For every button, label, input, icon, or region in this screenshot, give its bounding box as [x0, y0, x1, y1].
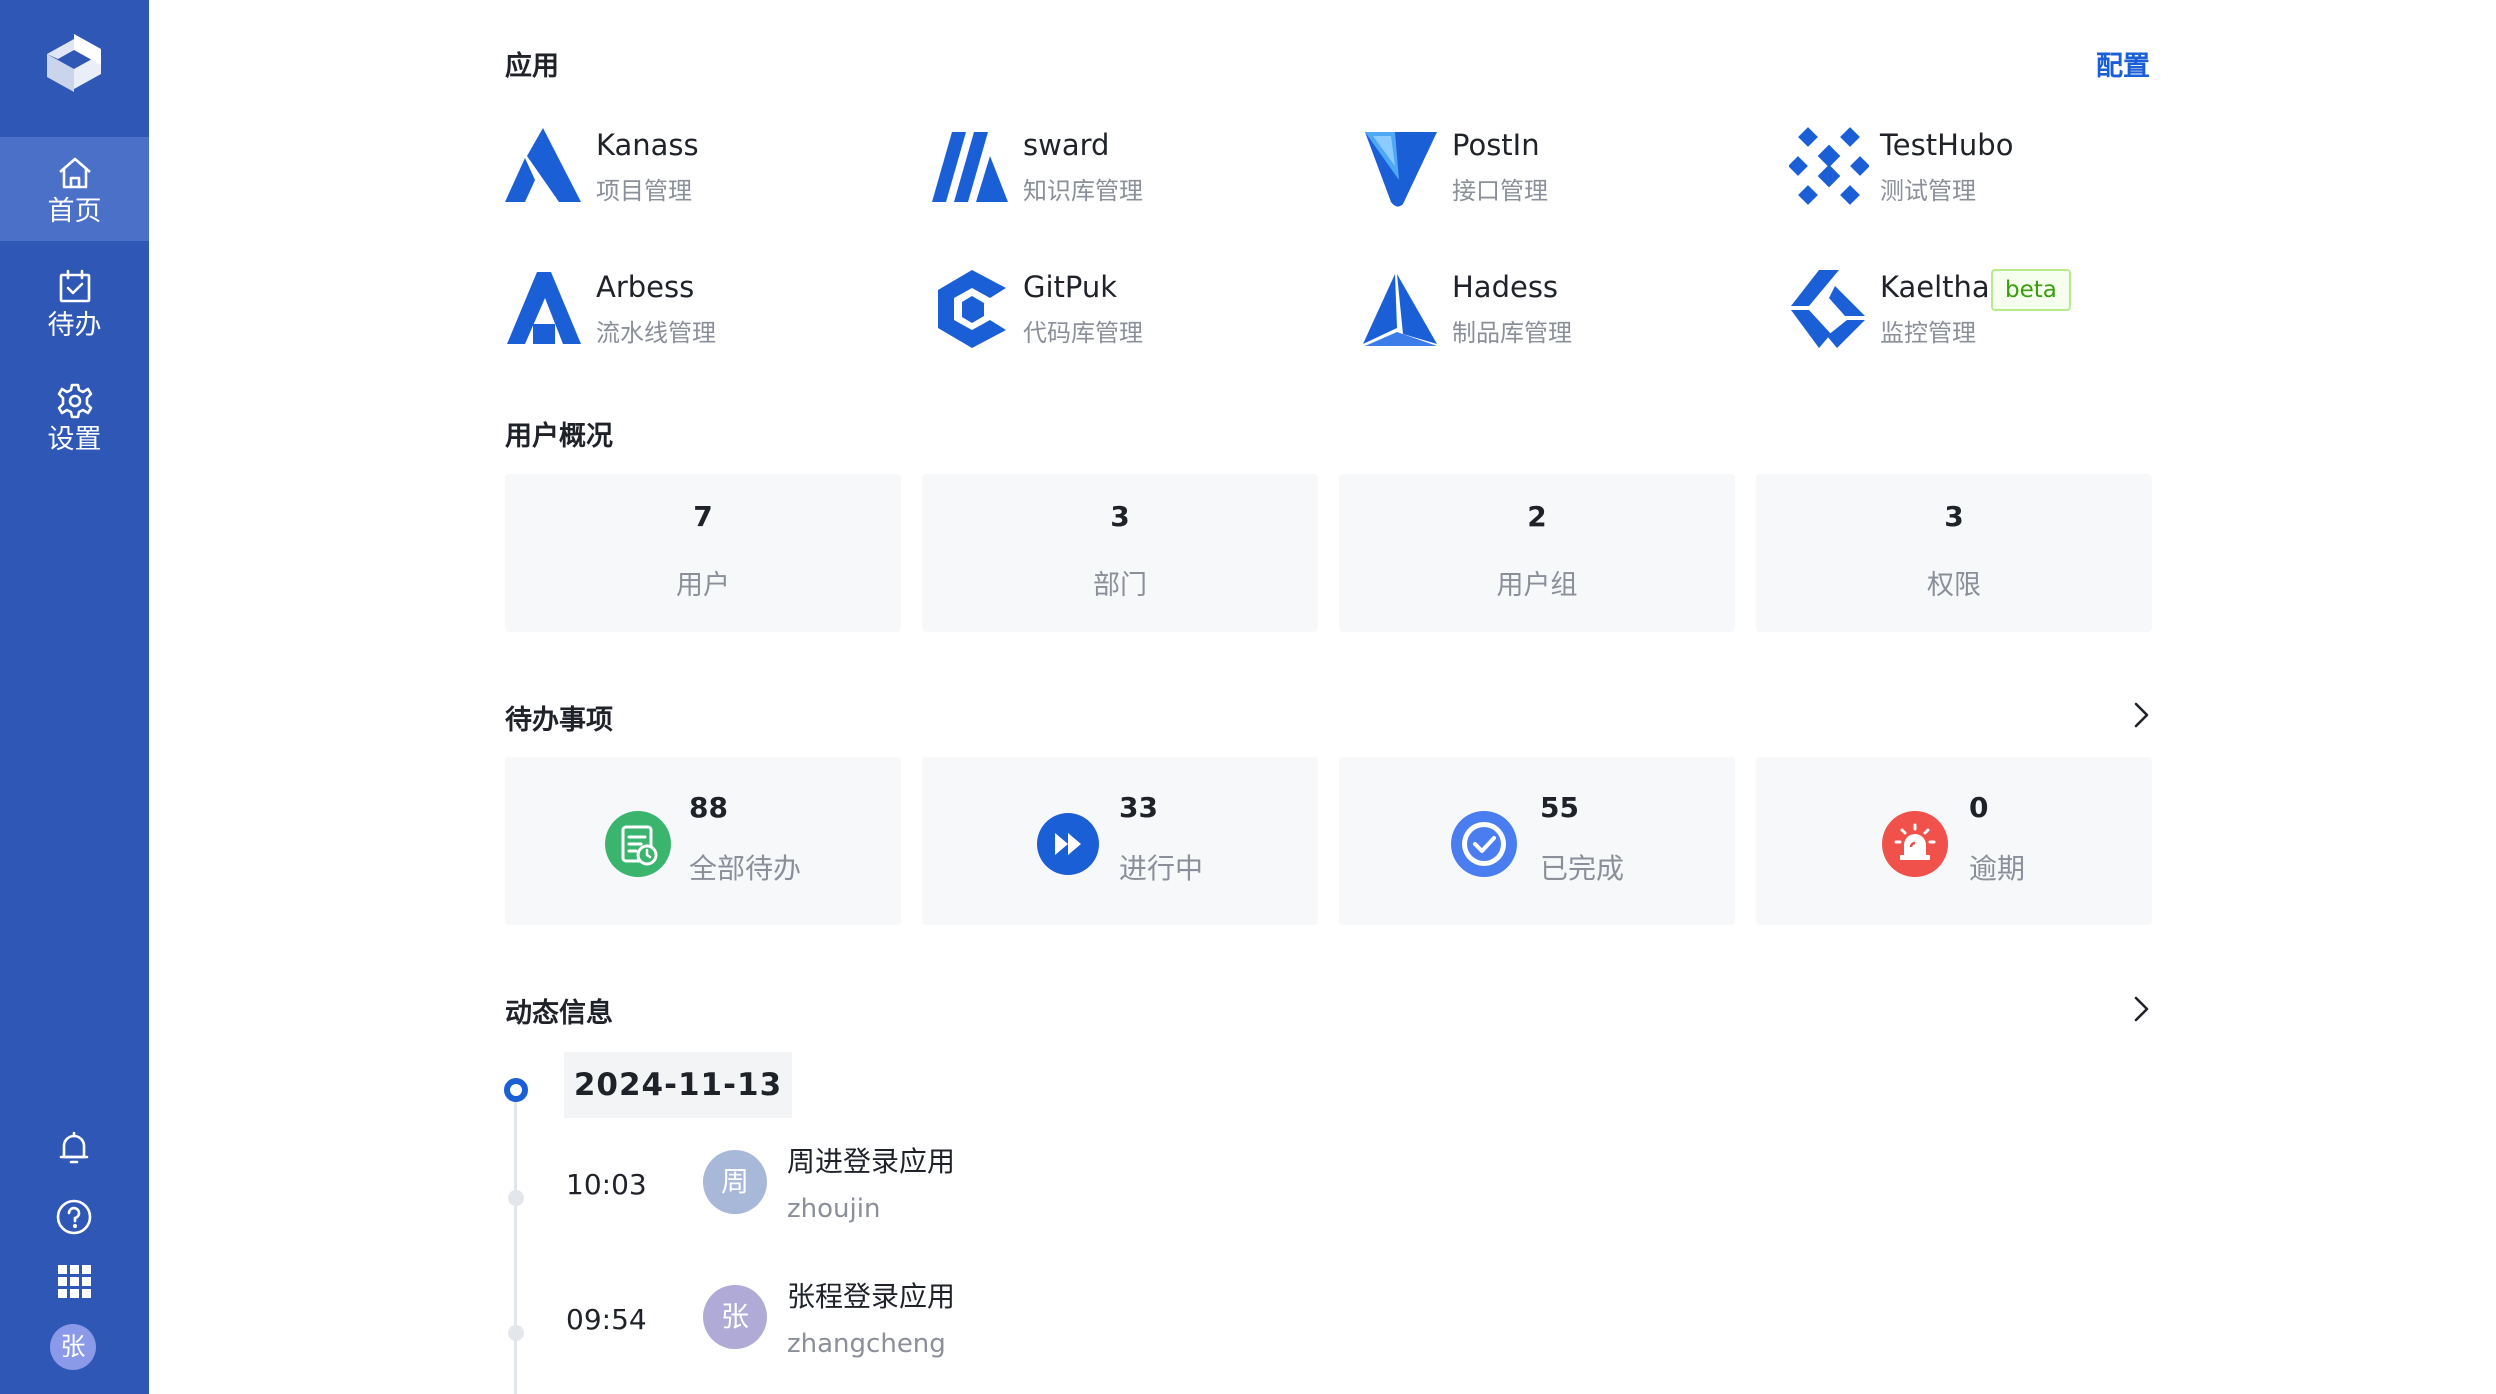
kaelthas-logo-icon: [1791, 270, 1865, 348]
app-name: Arbess: [596, 270, 695, 304]
app-testhubo[interactable]: TestHubo 测试管理: [1789, 126, 2209, 216]
bell-icon[interactable]: [54, 1128, 94, 1168]
app-desc: 制品库管理: [1452, 319, 1572, 347]
todo-list-icon: [605, 811, 671, 877]
app-hadess[interactable]: Hadess 制品库管理: [1361, 268, 1781, 358]
todo-card-overdue[interactable]: 0 逾期: [1756, 757, 2152, 925]
sidebar: 首页 待办 设置 张: [0, 0, 149, 1394]
user-avatar[interactable]: 张: [50, 1324, 96, 1370]
stat-label: 用户组: [1496, 570, 1578, 601]
nav-todo-label: 待办: [47, 310, 102, 341]
app-postin[interactable]: PostIn 接口管理: [1361, 126, 1781, 216]
check-circle-icon: [1451, 811, 1517, 877]
timeline-date-marker: [504, 1078, 528, 1102]
app-desc: 项目管理: [596, 177, 692, 205]
activity-avatar: 周: [703, 1150, 767, 1214]
app-name: Hadess: [1452, 270, 1559, 304]
todo-card-all[interactable]: 88 全部待办: [505, 757, 901, 925]
gear-icon: [57, 383, 92, 419]
postin-logo-icon: [1365, 132, 1437, 207]
app-desc: 知识库管理: [1023, 177, 1143, 205]
timeline-dot: [508, 1190, 524, 1206]
app-desc: 代码库管理: [1023, 319, 1143, 347]
app-name: TestHubo: [1880, 128, 2014, 162]
sward-logo-icon: [932, 132, 1008, 202]
activity-time: 10:03: [566, 1168, 647, 1201]
nav-home[interactable]: 首页: [0, 137, 149, 241]
beta-badge: beta: [1991, 269, 2071, 311]
nav-todo[interactable]: 待办: [0, 251, 149, 355]
activity-title[interactable]: 周进登录应用: [787, 1140, 955, 1180]
todo-label: 已完成: [1540, 852, 1625, 885]
help-icon[interactable]: [54, 1197, 94, 1237]
stat-label: 用户: [676, 570, 730, 601]
todo-value: 0: [1969, 791, 1989, 824]
stat-value: 3: [1110, 500, 1130, 533]
stat-label: 权限: [1927, 570, 1981, 601]
nav-settings[interactable]: 设置: [0, 365, 149, 469]
user-overview-title: 用户概况: [505, 421, 613, 452]
todo-card-completed[interactable]: 55 已完成: [1339, 757, 1735, 925]
home-icon: [58, 157, 91, 189]
app-name: sward: [1023, 128, 1110, 162]
app-desc: 测试管理: [1880, 177, 1976, 205]
apps-section-title: 应用: [505, 51, 559, 82]
calendar-check-icon: [59, 269, 90, 303]
app-name: GitPuk: [1023, 270, 1118, 304]
stat-value: 3: [1944, 500, 1964, 533]
kanass-logo-icon: [505, 128, 581, 202]
stat-card-users[interactable]: 7 用户: [505, 474, 901, 632]
app-gitpuk[interactable]: GitPuk 代码库管理: [932, 268, 1352, 358]
todo-value: 88: [689, 791, 728, 824]
grid-apps-icon[interactable]: [54, 1261, 94, 1301]
app-name: PostIn: [1452, 128, 1540, 162]
app-name: Kaelthas: [1880, 270, 2005, 304]
todo-value: 33: [1119, 791, 1158, 824]
activity-title[interactable]: 张程登录应用: [787, 1275, 955, 1315]
todo-label: 逾期: [1969, 852, 2026, 885]
arbess-logo-icon: [507, 272, 581, 344]
timeline-dot: [508, 1325, 524, 1341]
gitpuk-logo-icon: [938, 270, 1006, 348]
config-link[interactable]: 配置: [2096, 44, 2150, 83]
todos-section-title: 待办事项: [505, 705, 613, 736]
hadess-logo-icon: [1363, 274, 1437, 346]
todos-more-chevron-icon[interactable]: [2126, 700, 2156, 730]
app-logo-icon[interactable]: [43, 32, 105, 94]
fast-forward-icon: [1037, 813, 1099, 875]
app-sward[interactable]: sward 知识库管理: [932, 126, 1352, 216]
timeline-date: 2024-11-13: [564, 1052, 792, 1118]
app-kaelthas[interactable]: Kaelthas 监控管理 beta: [1789, 268, 2209, 358]
todo-value: 55: [1540, 791, 1579, 824]
app-kanass[interactable]: Kanass 项目管理: [505, 126, 925, 216]
todo-label: 全部待办: [689, 852, 802, 885]
app-name: Kanass: [596, 128, 699, 162]
todo-card-in-progress[interactable]: 33 进行中: [922, 757, 1318, 925]
timeline-line: [514, 1100, 517, 1394]
activity-more-chevron-icon[interactable]: [2126, 994, 2156, 1024]
activity-section-title: 动态信息: [505, 998, 613, 1029]
testhubo-logo-icon: [1789, 127, 1869, 205]
app-desc: 流水线管理: [596, 319, 716, 347]
stat-card-permissions[interactable]: 3 权限: [1756, 474, 2152, 632]
alarm-icon: [1882, 811, 1948, 877]
stat-label: 部门: [1093, 570, 1147, 601]
activity-avatar: 张: [703, 1285, 767, 1349]
activity-user: zhoujin: [787, 1194, 881, 1224]
nav-home-label: 首页: [47, 196, 102, 227]
app-desc: 监控管理: [1880, 319, 1976, 347]
activity-time: 09:54: [566, 1303, 647, 1336]
stat-value: 2: [1527, 500, 1547, 533]
todo-label: 进行中: [1119, 852, 1204, 885]
nav-settings-label: 设置: [47, 424, 102, 455]
app-desc: 接口管理: [1452, 177, 1548, 205]
stat-card-departments[interactable]: 3 部门: [922, 474, 1318, 632]
activity-user: zhangcheng: [787, 1329, 946, 1359]
stat-card-user-groups[interactable]: 2 用户组: [1339, 474, 1735, 632]
app-arbess[interactable]: Arbess 流水线管理: [505, 268, 925, 358]
stat-value: 7: [693, 500, 713, 533]
